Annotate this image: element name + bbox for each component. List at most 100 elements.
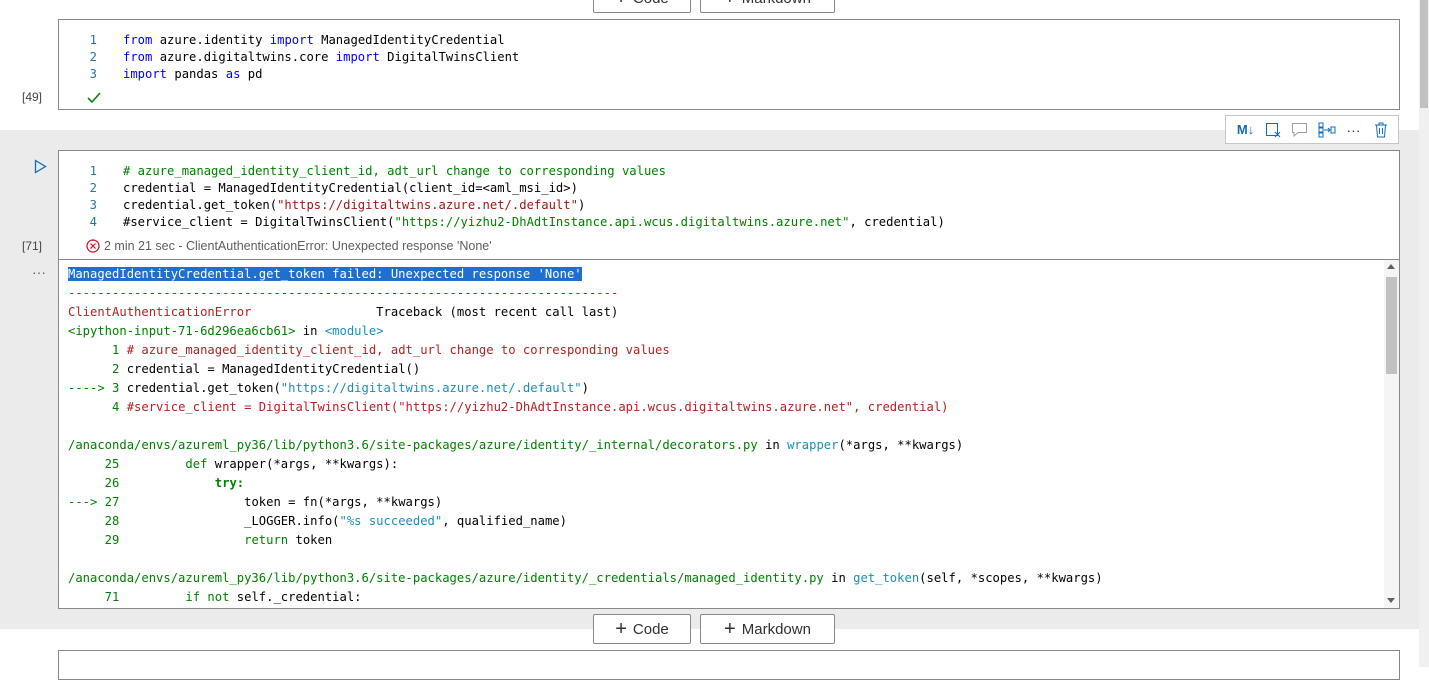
page-scrollbar[interactable] [1419,0,1429,667]
code-token: self._credential: [229,590,362,604]
code-line: 2 credential = ManagedIdentityCredential(… [59,181,578,198]
code-token: (*args, **kwargs) [838,438,964,452]
code-token: in [295,324,325,338]
split-cell-icon[interactable] [1313,119,1340,141]
code-token: "https://digitaltwins.azure.net/.default… [280,381,582,395]
plus-icon: + [724,0,736,8]
code-token: , credential) [849,215,945,229]
scroll-up-arrow-icon[interactable] [1387,264,1395,269]
line-number: 2 [89,50,97,64]
more-icon[interactable]: ··· [1340,119,1367,141]
plus-icon: + [724,618,736,640]
code-token: #service_client = DigitalTwinsClient( [123,215,395,229]
code-token: Traceback (most recent call last) [251,305,619,319]
line-number: 2 [89,181,97,195]
code-line: 1 from azure.identity import ManagedIdent… [59,33,505,50]
code-token: in [823,571,854,585]
code-token: ManagedIdentityCredential.get_token fail… [68,267,582,281]
add-code-button[interactable]: + Code [593,614,691,644]
add-markdown-button-top[interactable]: + Markdown [700,0,835,13]
code-token: import [123,67,168,81]
code-token: #service_client = DigitalTwinsClient("ht… [126,400,949,414]
code-token: in [757,438,788,452]
code-token: try: [214,476,245,490]
output-scrollbar[interactable] [1384,260,1399,608]
code-editor[interactable]: 1 from azure.identity import ManagedIdent… [58,19,1400,110]
code-token: "%s succeeded" [339,514,443,528]
add-code-label: Code [633,0,669,7]
error-icon [86,239,100,253]
code-token: wrapper [787,438,839,452]
output-line: 71 if not self._credential: [68,590,362,608]
output-collapse-ellipsis[interactable]: ··· [32,264,46,280]
plus-icon: + [615,0,627,8]
output-line: 29 return token [68,533,333,552]
delete-icon[interactable] [1367,119,1394,141]
code-token: pandas [167,67,226,81]
line-number: 1 [89,33,97,47]
output-scrollbar-thumb[interactable] [1386,277,1397,374]
code-token: 29 [68,533,127,547]
code-line: 3 import pandas as pd [59,67,263,84]
scroll-down-arrow-icon[interactable] [1387,598,1395,603]
output-line: 25 def wrapper(*args, **kwargs): [68,457,399,476]
code-token: # azure_managed_identity_client_id, adt_… [123,164,666,178]
code-token: token [288,533,333,547]
add-markdown-button[interactable]: + Markdown [700,614,835,644]
next-cell-editor[interactable] [58,650,1400,680]
code-token: ManagedIdentityCredential [313,33,505,47]
line-number: 3 [89,198,97,212]
output-line: ManagedIdentityCredential.get_token fail… [68,267,582,286]
code-token: /anaconda/envs/azureml_py36/lib/python3.… [68,438,758,452]
code-token: ) [581,381,589,395]
code-token: ---> 27 [68,495,127,509]
markdown-toggle-icon[interactable]: M↓ [1232,119,1259,141]
code-token: ) [577,198,586,212]
page-scrollbar-thumb[interactable] [1420,0,1428,108]
code-token: azure.identity [152,33,270,47]
code-editor[interactable]: 1 # azure_managed_identity_client_id, adt… [58,150,1400,260]
code-token: "https://yizhu2-DhAdtInstance.api.wcus.d… [394,215,850,229]
code-token: token = fn(*args, **kwargs) [126,495,443,509]
code-token: ----------------------------------------… [68,286,619,300]
output-line: ClientAuthenticationError Traceback (mos… [68,305,618,324]
code-token: def [185,457,208,471]
comment-icon[interactable] [1286,119,1313,141]
code-token: credential = ManagedIdentityCredential() [126,362,421,376]
code-token: from [123,33,153,47]
add-markdown-label: Markdown [741,620,811,638]
execution-status-text: 2 min 21 sec - ClientAuthenticationError… [104,239,492,253]
code-token: from [123,50,153,64]
code-token: return [244,533,289,547]
add-code-button-top[interactable]: + Code [593,0,691,13]
clear-output-icon[interactable] [1259,119,1286,141]
line-number: 4 [89,215,97,229]
code-line: 4 #service_client = DigitalTwinsClient("h… [59,215,945,232]
output-line: 4 #service_client = DigitalTwinsClient("… [68,400,949,419]
code-line: 3 credential.get_token("https://digitaltw… [59,198,586,215]
run-cell-icon[interactable] [34,159,47,174]
code-token: 2 [68,362,127,376]
code-token: import [335,50,380,64]
output-line: ---> 27 token = fn(*args, **kwargs) [68,495,442,514]
execution-count: [49] [22,90,43,104]
code-token: <ipython-input-71-6d296ea6cb61> [68,324,296,338]
line-number: 1 [89,164,97,178]
code-line: 1 # azure_managed_identity_client_id, adt… [59,164,666,181]
code-token: as [225,67,241,81]
code-token: credential.get_token( [126,381,281,395]
code-token: if not [185,590,230,604]
output-line: ----> 3 credential.get_token("https://di… [68,381,589,400]
code-token: 4 [68,400,127,414]
code-token: (self, *scopes, **kwargs) [919,571,1103,585]
line-number: 3 [89,67,97,81]
code-token: <module> [324,324,384,338]
code-token: 28 [68,514,127,528]
code-token: ----> 3 [68,381,127,395]
code-token: _LOGGER.info( [126,514,340,528]
code-token: azure.digitaltwins.core [152,50,336,64]
